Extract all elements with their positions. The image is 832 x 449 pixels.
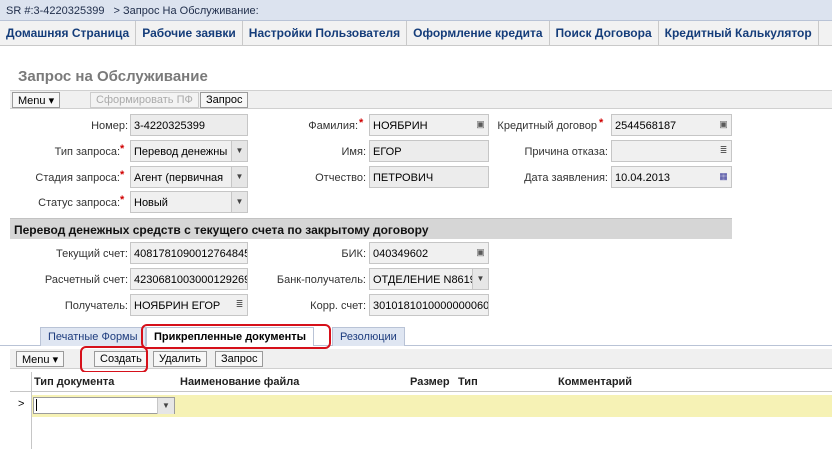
- bik-field[interactable]: 040349602: [369, 242, 489, 264]
- corr-account-label: Корр. счет:: [310, 300, 366, 312]
- settlement-account-label: Расчетный счет:: [44, 274, 128, 286]
- type-label: Тип запроса:: [54, 146, 120, 158]
- nav-credit-calculator[interactable]: Кредитный Калькулятор: [659, 21, 819, 46]
- date-label: Дата заявления:: [524, 172, 608, 184]
- nav-contract-search[interactable]: Поиск Договора: [550, 21, 659, 46]
- tab-resolutions[interactable]: Резолюции: [332, 327, 405, 346]
- form-toolbar: Menu ▾ Сформировать ПФ Запрос: [10, 90, 832, 109]
- doc-type-input[interactable]: [33, 397, 175, 414]
- corr-account-field[interactable]: 30101810100000000602: [369, 294, 489, 316]
- highlight-create-button: [80, 346, 148, 373]
- recipient-field[interactable]: НОЯБРИН ЕГОР: [130, 294, 248, 316]
- grid-query-button[interactable]: Запрос: [215, 351, 264, 367]
- number-field: 3-4220325399: [130, 114, 248, 136]
- surname-required-mark: *: [359, 117, 364, 129]
- bank-select[interactable]: ОТДЕЛЕНИЕ N8619: [369, 268, 489, 290]
- contract-field[interactable]: 2544568187: [611, 114, 732, 136]
- chevron-down-icon[interactable]: ▼: [472, 269, 488, 289]
- nav-work-requests[interactable]: Рабочие заявки: [136, 21, 243, 46]
- bik-label: БИК:: [341, 248, 366, 260]
- chevron-down-icon[interactable]: ▼: [231, 167, 247, 187]
- reject-label: Причина отказа:: [524, 146, 608, 158]
- tab-print-forms[interactable]: Печатные Формы: [40, 327, 146, 346]
- picker-icon[interactable]: ▣: [475, 247, 486, 258]
- name-label: Имя:: [341, 146, 366, 158]
- name-field: ЕГОР: [369, 140, 489, 162]
- status-label: Статус запроса:: [38, 197, 120, 209]
- stage-label: Стадия запроса:: [35, 172, 120, 184]
- chevron-down-icon[interactable]: ▼: [157, 398, 174, 414]
- surname-field[interactable]: НОЯБРИН: [369, 114, 489, 136]
- type-required-mark: *: [120, 143, 125, 155]
- breadcrumb-sr-link[interactable]: SR #:3-4220325399: [6, 5, 104, 17]
- list-icon[interactable]: ≣: [234, 299, 245, 310]
- bank-label: Банк-получатель:: [276, 274, 366, 286]
- generate-pf-button[interactable]: Сформировать ПФ: [90, 92, 199, 108]
- contract-label: Кредитный договор: [497, 120, 597, 132]
- stage-required-mark: *: [120, 169, 125, 181]
- recipient-label: Получатель:: [64, 300, 128, 312]
- settlement-account-field[interactable]: 42306810030001292699: [130, 268, 248, 290]
- list-icon[interactable]: ≣: [718, 145, 729, 156]
- page-title: Запрос на Обслуживание: [18, 68, 208, 85]
- chevron-down-icon[interactable]: ▼: [231, 141, 247, 161]
- chevron-down-icon[interactable]: ▼: [231, 192, 247, 212]
- reject-field[interactable]: [611, 140, 732, 162]
- current-account-label: Текущий счет:: [55, 248, 128, 260]
- patronymic-field: ПЕТРОВИЧ: [369, 166, 489, 188]
- col-file-name[interactable]: Наименование файла: [180, 376, 299, 388]
- query-button[interactable]: Запрос: [200, 92, 249, 108]
- nav-user-settings[interactable]: Настройки Пользователя: [243, 21, 408, 46]
- breadcrumb: SR #:3-4220325399 > Запрос На Обслуживан…: [0, 0, 832, 21]
- menu-button[interactable]: Menu ▾: [12, 92, 61, 108]
- surname-label: Фамилия:: [308, 120, 358, 132]
- highlight-tab-attached: [141, 324, 331, 349]
- picker-icon[interactable]: ▣: [718, 119, 729, 130]
- status-required-mark: *: [120, 194, 125, 206]
- text-cursor: [36, 399, 37, 411]
- patronymic-label: Отчество:: [315, 172, 366, 184]
- col-doc-type[interactable]: Тип документа: [34, 376, 114, 388]
- delete-button[interactable]: Удалить: [153, 351, 207, 367]
- current-account-field[interactable]: 40817810900127648459: [130, 242, 248, 264]
- grid-header: Тип документа Наименование файла Размер …: [10, 372, 832, 392]
- row-selector[interactable]: >: [10, 395, 32, 417]
- date-field[interactable]: 10.04.2013: [611, 166, 732, 188]
- top-nav: Домашняя Страница Рабочие заявки Настрой…: [0, 21, 832, 46]
- calendar-icon[interactable]: ▦: [718, 171, 729, 182]
- nav-home[interactable]: Домашняя Страница: [0, 21, 137, 46]
- tab-bar: Печатные Формы Прикрепленные документы Р…: [0, 327, 832, 346]
- nav-credit[interactable]: Оформление кредита: [407, 21, 550, 46]
- breadcrumb-current: > Запрос На Обслуживание:: [113, 5, 259, 17]
- col-type[interactable]: Тип: [458, 376, 478, 388]
- transfer-section-title: Перевод денежных средств с текущего счет…: [10, 218, 732, 239]
- grid-menu-button[interactable]: Menu ▾: [16, 351, 65, 367]
- col-size[interactable]: Размер: [410, 376, 450, 388]
- col-comment[interactable]: Комментарий: [558, 376, 632, 388]
- number-label: Номер:: [91, 120, 128, 132]
- contract-required-mark: *: [599, 117, 604, 129]
